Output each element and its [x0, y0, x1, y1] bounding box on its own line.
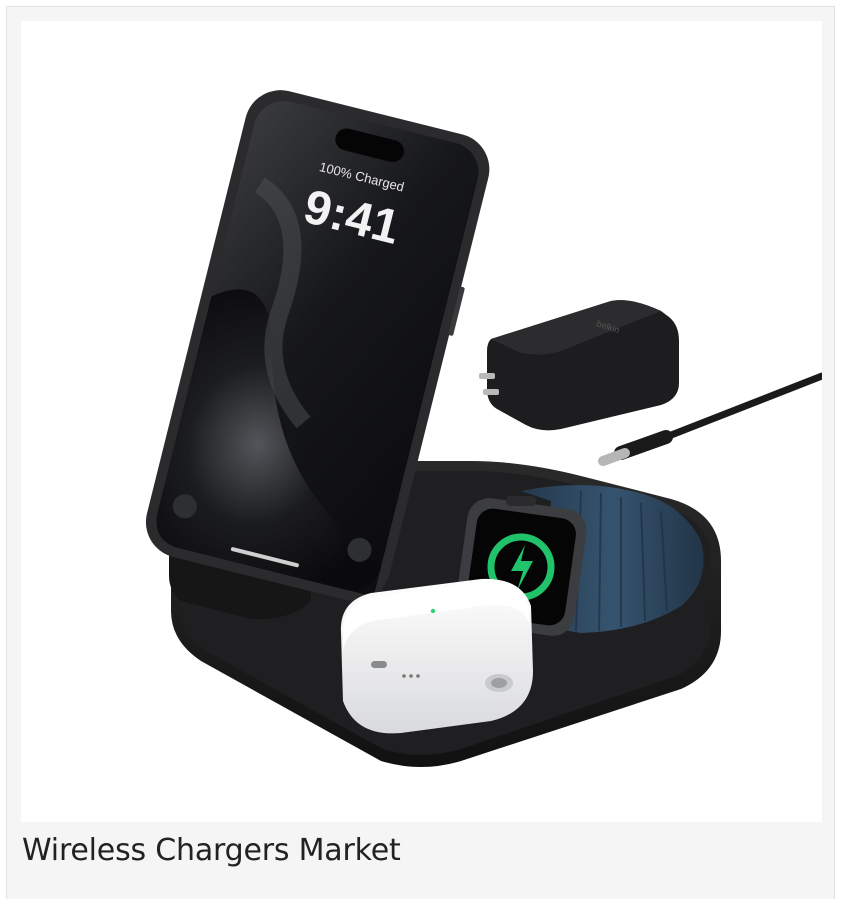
product-image[interactable]: 100% Charged 9:41 belkin [21, 21, 822, 822]
product-caption: Wireless Chargers Market [22, 833, 401, 868]
earbuds-case [340, 578, 533, 734]
content-card: 100% Charged 9:41 belkin Wireless Charge… [6, 6, 835, 899]
wireless-charger-illustration: 100% Charged 9:41 belkin [145, 90, 822, 767]
power-adapter: belkin [479, 300, 679, 431]
